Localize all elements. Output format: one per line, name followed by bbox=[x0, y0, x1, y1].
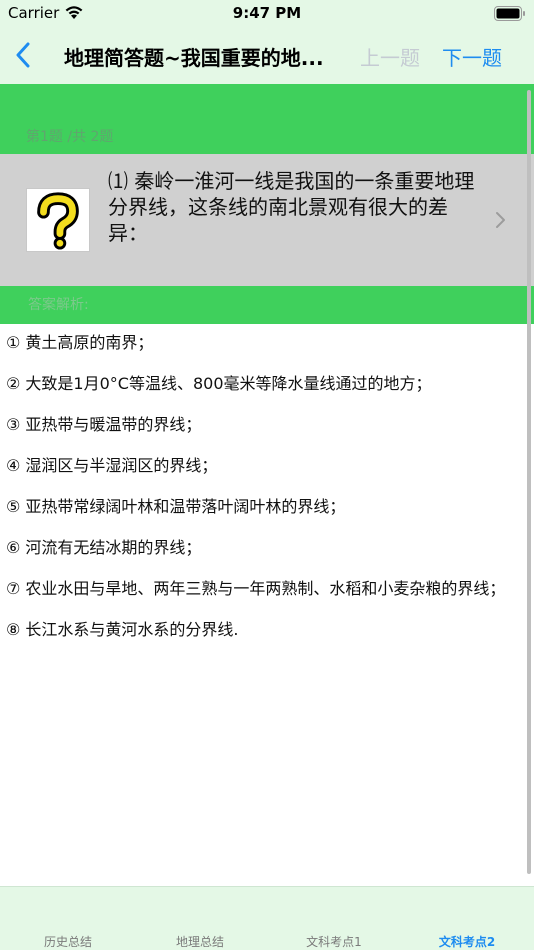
tab-bar: 历史总结 地理总结 文科考点1 文科考点2 bbox=[0, 886, 534, 950]
question-progress: 第1题 /共 2题 bbox=[26, 129, 114, 145]
next-question-button[interactable]: 下一题 bbox=[442, 42, 502, 71]
answer-header: 答案解析: bbox=[28, 297, 89, 313]
answer-line: ④ 湿润区与半湿润区的界线； bbox=[6, 456, 218, 475]
vertical-scrollbar[interactable] bbox=[527, 90, 531, 874]
status-time: 9:47 PM bbox=[232, 4, 302, 22]
answer-line: ① 黄土高原的南界； bbox=[6, 333, 154, 352]
page-title: 地理简答题~我国重要的地... bbox=[64, 46, 324, 70]
answer-list: ① 黄土高原的南界； ② 大致是1月0°C等温线、800毫米等降水量线通过的地方… bbox=[6, 332, 522, 660]
answer-line: ⑥ 河流有无结冰期的界线； bbox=[6, 538, 202, 557]
question-thumbnail bbox=[26, 188, 90, 252]
answer-line: ⑧ 长江水系与黄河水系的分界线. bbox=[6, 620, 239, 639]
chevron-left-icon[interactable] bbox=[14, 42, 34, 68]
answer-line: ⑦ 农业水田与旱地、两年三熟与一年两熟制、水稻和小麦杂粮的界线； bbox=[6, 579, 506, 598]
answer-line: ② 大致是1月0°C等温线、800毫米等降水量线通过的地方； bbox=[6, 374, 432, 393]
battery-icon bbox=[494, 6, 525, 21]
prev-question-button[interactable]: 上一题 bbox=[360, 42, 420, 71]
question-row[interactable]: ⑴ 秦岭一淮河一线是我国的一条重要地理分界线，这条线的南北景观有很大的差异： bbox=[0, 154, 534, 286]
answer-line: ⑤ 亚热带常绿阔叶林和温带落叶阔叶林的界线； bbox=[6, 497, 346, 516]
question-mark-icon bbox=[37, 192, 79, 250]
tab-liberal-arts-points-1[interactable]: 文科考点1 bbox=[274, 933, 394, 950]
status-bar: Carrier 9:47 PM bbox=[0, 0, 534, 28]
chevron-right-icon bbox=[496, 212, 505, 228]
answer-line: ③ 亚热带与暖温带的界线； bbox=[6, 415, 202, 434]
top-bar-background: Carrier 9:47 PM 地理简答题~我国重要的地... 上一题 下一题 bbox=[0, 0, 534, 84]
tab-history-summary[interactable]: 历史总结 bbox=[8, 933, 128, 950]
navigation-bar: 地理简答题~我国重要的地... 上一题 下一题 bbox=[0, 28, 534, 84]
tab-liberal-arts-points-2[interactable]: 文科考点2 bbox=[407, 933, 527, 950]
tab-geography-summary[interactable]: 地理总结 bbox=[140, 933, 260, 950]
question-text: ⑴ 秦岭一淮河一线是我国的一条重要地理分界线，这条线的南北景观有很大的差异： bbox=[108, 169, 475, 245]
